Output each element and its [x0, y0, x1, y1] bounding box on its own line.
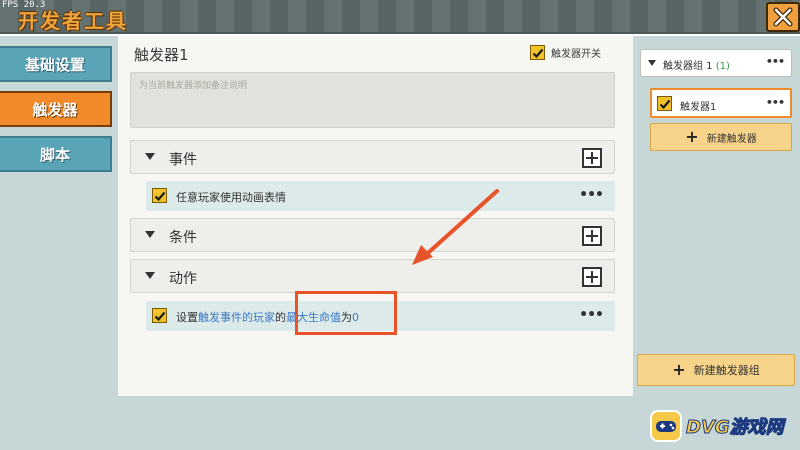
title-bar: FPS 20.3 开发者工具: [0, 0, 800, 34]
trigger-item-label: 触发器1: [680, 102, 717, 113]
section-action-label: 动作: [169, 271, 197, 287]
action-text-middle: 的: [275, 311, 286, 324]
action-text-prefix: 设置: [176, 311, 198, 324]
trigger-item-checkbox[interactable]: [657, 96, 672, 111]
new-trigger-group-button[interactable]: + 新建触发器组: [637, 354, 795, 386]
trigger-group-title: 触发器组 1 (1): [663, 57, 730, 72]
section-condition-header[interactable]: 条件: [130, 218, 615, 252]
trigger-group-header[interactable]: 触发器组 1 (1) •••: [640, 49, 792, 77]
tab-triggers[interactable]: 触发器: [0, 91, 112, 127]
new-trigger-label: 新建触发器: [706, 133, 757, 145]
checkmark-icon: [659, 99, 670, 109]
trigger-name[interactable]: 触发器1: [134, 44, 189, 65]
add-event-button[interactable]: [582, 148, 602, 168]
group-title-text: 触发器组 1: [663, 61, 713, 72]
plus-icon: +: [685, 127, 699, 146]
collapse-caret-icon[interactable]: [648, 60, 656, 66]
trigger-toggle[interactable]: 触发器开关: [530, 45, 601, 60]
add-action-button[interactable]: [582, 267, 602, 287]
group-count: (1): [715, 61, 730, 72]
watermark-logo: DVG游戏网: [650, 406, 800, 446]
new-trigger-group-label: 新建触发器组: [693, 364, 760, 377]
section-condition-label: 条件: [169, 230, 197, 246]
more-options-icon[interactable]: •••: [579, 307, 604, 323]
close-button[interactable]: [766, 2, 800, 32]
more-options-icon[interactable]: •••: [766, 55, 785, 68]
trigger-list-item[interactable]: 触发器1 •••: [650, 88, 792, 118]
plus-icon: +: [672, 360, 686, 379]
annotation-highlight-box: [295, 291, 397, 335]
tab-label: 脚本: [39, 145, 70, 164]
checkmark-icon: [532, 48, 543, 58]
panel-footer-area: [118, 396, 633, 450]
more-options-icon[interactable]: •••: [579, 187, 604, 203]
note-placeholder: 为当前触发器添加备注说明: [139, 81, 248, 91]
close-icon: [773, 7, 793, 27]
tab-label: 触发器: [32, 100, 78, 119]
more-options-icon[interactable]: •••: [766, 96, 785, 109]
window-title: 开发者工具: [18, 9, 128, 33]
collapse-caret-icon[interactable]: [145, 272, 155, 279]
trigger-note-input[interactable]: 为当前触发器添加备注说明: [130, 72, 615, 128]
sidebar: 基础设置 触发器 脚本: [0, 36, 118, 450]
trigger-toggle-checkbox[interactable]: [530, 45, 545, 60]
event-item-checkbox[interactable]: [152, 188, 167, 203]
collapse-caret-icon[interactable]: [145, 231, 155, 238]
action-param-player[interactable]: 触发事件的玩家: [198, 311, 275, 324]
tab-basic-settings[interactable]: 基础设置: [0, 46, 112, 82]
checkmark-icon: [154, 191, 165, 201]
add-condition-button[interactable]: [582, 226, 602, 246]
developer-tools-window: FPS 20.3 开发者工具 基础设置 触发器 脚本 触发器1 触发器开关 为当…: [0, 0, 800, 450]
trigger-toggle-label: 触发器开关: [551, 49, 601, 60]
trigger-group-panel: 触发器组 1 (1) ••• 触发器1 ••• + 新建触发器 + 新建触发器组: [633, 36, 800, 450]
new-trigger-button[interactable]: + 新建触发器: [650, 123, 792, 151]
section-event-header[interactable]: 事件: [130, 140, 615, 174]
section-action-header[interactable]: 动作: [130, 259, 615, 293]
action-item-checkbox[interactable]: [152, 308, 167, 323]
event-item[interactable]: 任意玩家使用动画表情 •••: [146, 181, 615, 211]
trigger-editor-panel: 触发器1 触发器开关 为当前触发器添加备注说明 事件 任意玩家使用动画表情 ••…: [118, 36, 633, 396]
tab-label: 基础设置: [24, 55, 85, 74]
checkmark-icon: [154, 311, 165, 321]
gamepad-icon: [650, 410, 682, 442]
collapse-caret-icon[interactable]: [145, 153, 155, 160]
watermark-text: DVG游戏网: [686, 417, 785, 439]
section-event-label: 事件: [169, 152, 197, 168]
tab-scripts[interactable]: 脚本: [0, 136, 112, 172]
event-item-text: 任意玩家使用动画表情: [176, 191, 286, 204]
